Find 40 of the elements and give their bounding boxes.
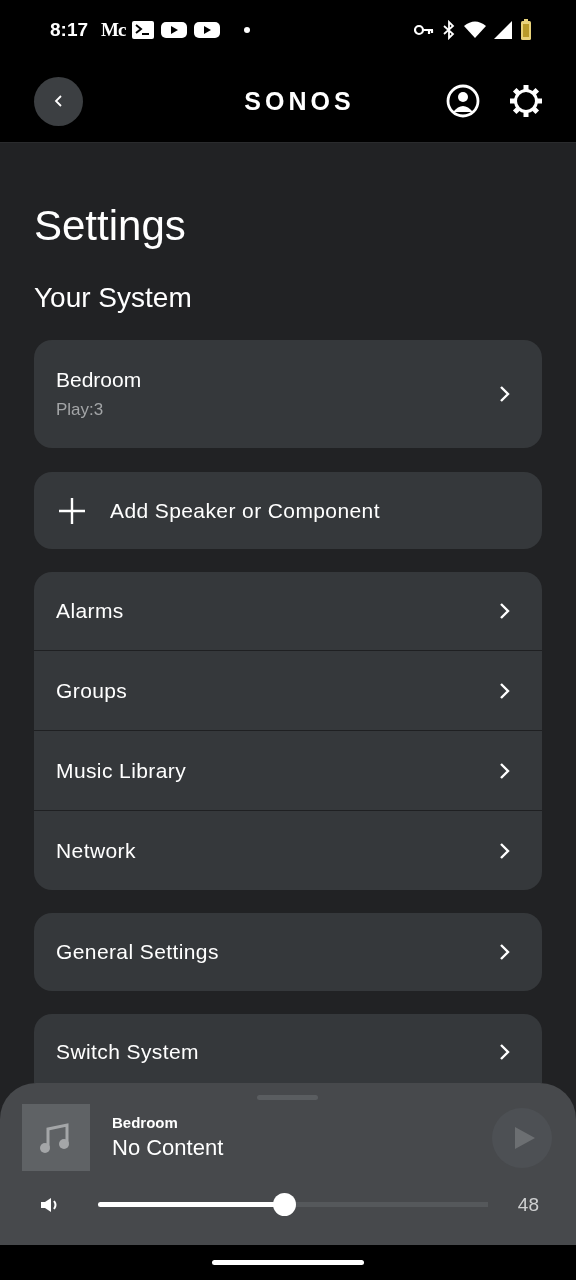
notification-text: Mc bbox=[101, 19, 126, 41]
speaker-name: Bedroom bbox=[56, 368, 142, 392]
plus-icon bbox=[58, 496, 86, 525]
signal-icon bbox=[494, 21, 512, 39]
terminal-icon bbox=[132, 20, 155, 40]
settings-row[interactable]: Groups bbox=[34, 650, 542, 730]
bluetooth-icon bbox=[442, 20, 456, 40]
battery-icon bbox=[520, 19, 532, 41]
video-icon bbox=[194, 20, 221, 40]
row-label: General Settings bbox=[56, 940, 219, 964]
settings-row[interactable]: General Settings bbox=[34, 913, 542, 991]
dot-icon bbox=[243, 26, 252, 34]
volume-value: 48 bbox=[517, 1193, 539, 1216]
row-label: Groups bbox=[56, 678, 128, 703]
room-name: Bedroom bbox=[112, 1114, 179, 1131]
settings-icon[interactable] bbox=[508, 83, 544, 119]
add-speaker-label: Add Speaker or Component bbox=[110, 498, 380, 523]
app-logo: SONOS bbox=[244, 86, 355, 116]
track-title: No Content bbox=[112, 1135, 225, 1161]
settings-row[interactable]: Switch System bbox=[34, 1014, 542, 1083]
key-icon bbox=[414, 24, 434, 36]
section-heading: Your System bbox=[34, 281, 193, 315]
settings-row[interactable]: Alarms bbox=[34, 572, 542, 650]
row-label: Music Library bbox=[56, 758, 187, 783]
back-icon bbox=[52, 93, 65, 109]
page-title: Settings bbox=[34, 201, 187, 251]
account-icon[interactable] bbox=[446, 84, 480, 118]
speaker-model: Play:3 bbox=[56, 400, 105, 420]
settings-row[interactable]: Music Library bbox=[34, 730, 542, 810]
play-icon bbox=[515, 1126, 535, 1149]
row-label: Switch System bbox=[56, 1040, 199, 1064]
video-icon bbox=[161, 20, 188, 40]
volume-thumb[interactable] bbox=[273, 1193, 297, 1216]
wifi-icon bbox=[464, 21, 486, 39]
settings-row[interactable]: Network bbox=[34, 810, 542, 890]
add-speaker-button[interactable]: Add Speaker or Component bbox=[34, 472, 542, 549]
row-label: Network bbox=[56, 838, 136, 863]
row-label: Alarms bbox=[56, 599, 124, 623]
clock-time: 8:17 bbox=[50, 19, 89, 41]
speaker-card[interactable]: Bedroom Play:3 bbox=[34, 340, 542, 448]
